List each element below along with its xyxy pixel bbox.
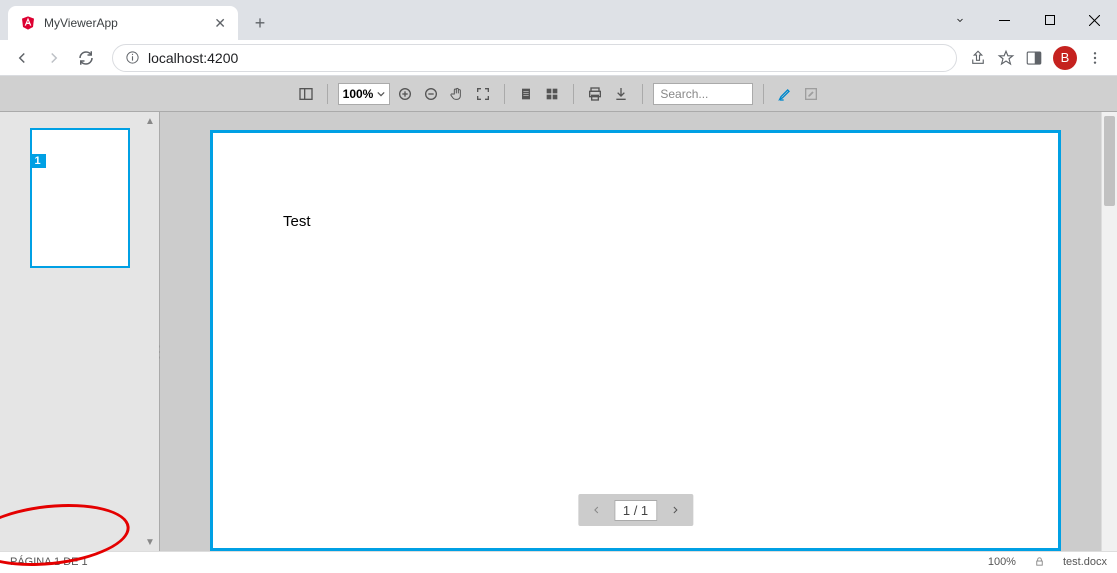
page-indicator[interactable]: 1 / 1	[614, 500, 657, 521]
close-window-button[interactable]	[1072, 5, 1117, 35]
page-thumbnail[interactable]: 1	[30, 128, 130, 268]
document-viewer: 100% Search... ▲ 1 ▼ ⋮ Test	[0, 76, 1117, 571]
vertical-scrollbar[interactable]	[1101, 112, 1117, 551]
status-filename: test.docx	[1063, 556, 1107, 568]
menu-icon[interactable]	[1087, 50, 1103, 66]
fullscreen-icon[interactable]	[472, 83, 494, 105]
search-input[interactable]: Search...	[653, 83, 753, 105]
download-icon[interactable]	[610, 83, 632, 105]
back-button[interactable]	[8, 44, 36, 72]
bookmark-icon[interactable]	[997, 49, 1015, 67]
grid-view-icon[interactable]	[541, 83, 563, 105]
zoom-select[interactable]: 100%	[338, 83, 391, 105]
zoom-in-icon[interactable]	[394, 83, 416, 105]
prev-page-button[interactable]	[584, 498, 608, 522]
document-content: Test	[283, 213, 311, 230]
thumbnail-panel: ▲ 1 ▼ ⋮	[0, 112, 160, 551]
viewer-body: ▲ 1 ▼ ⋮ Test 1 / 1	[0, 112, 1117, 551]
separator	[504, 84, 505, 104]
next-page-button[interactable]	[663, 498, 687, 522]
url-field[interactable]: localhost:4200	[112, 44, 957, 72]
angular-icon	[20, 15, 36, 31]
window-controls	[937, 0, 1117, 40]
status-zoom: 100%	[988, 556, 1016, 568]
document-area[interactable]: Test 1 / 1	[160, 112, 1101, 551]
share-icon[interactable]	[969, 49, 987, 67]
browser-tab-strip: MyViewerApp ✕ +	[0, 0, 1117, 40]
scroll-up-icon[interactable]: ▲	[143, 114, 157, 128]
browser-tab[interactable]: MyViewerApp ✕	[8, 6, 238, 40]
scrollbar-thumb[interactable]	[1104, 116, 1115, 206]
pan-icon[interactable]	[446, 83, 468, 105]
thumbnail-page-number: 1	[30, 154, 46, 168]
separator	[573, 84, 574, 104]
separator	[327, 84, 328, 104]
document-page: Test 1 / 1	[210, 130, 1061, 551]
browser-address-bar: localhost:4200 B	[0, 40, 1117, 76]
close-tab-icon[interactable]: ✕	[214, 15, 226, 32]
status-bar: PÁGINA 1 DE 1 100% test.docx	[0, 551, 1117, 571]
page-navigator: 1 / 1	[578, 494, 693, 526]
zoom-out-icon[interactable]	[420, 83, 442, 105]
highlight-icon[interactable]	[774, 83, 796, 105]
toggle-sidebar-icon[interactable]	[295, 83, 317, 105]
single-page-icon[interactable]	[515, 83, 537, 105]
site-info-icon[interactable]	[125, 50, 140, 65]
tab-title: MyViewerApp	[44, 16, 206, 30]
url-text: localhost:4200	[148, 50, 238, 66]
separator	[763, 84, 764, 104]
scroll-down-icon[interactable]: ▼	[143, 535, 157, 549]
chevron-down-icon[interactable]	[937, 5, 982, 35]
browser-actions: B	[969, 46, 1109, 70]
status-page-text: PÁGINA 1 DE 1	[10, 556, 88, 568]
new-tab-button[interactable]: +	[246, 9, 274, 37]
lock-icon	[1034, 556, 1045, 567]
separator	[642, 84, 643, 104]
print-icon[interactable]	[584, 83, 606, 105]
forward-button[interactable]	[40, 44, 68, 72]
minimize-button[interactable]	[982, 5, 1027, 35]
viewer-toolbar: 100% Search...	[0, 76, 1117, 112]
reload-button[interactable]	[72, 44, 100, 72]
profile-avatar[interactable]: B	[1053, 46, 1077, 70]
sidepanel-icon[interactable]	[1025, 49, 1043, 67]
maximize-button[interactable]	[1027, 5, 1072, 35]
edit-icon[interactable]	[800, 83, 822, 105]
